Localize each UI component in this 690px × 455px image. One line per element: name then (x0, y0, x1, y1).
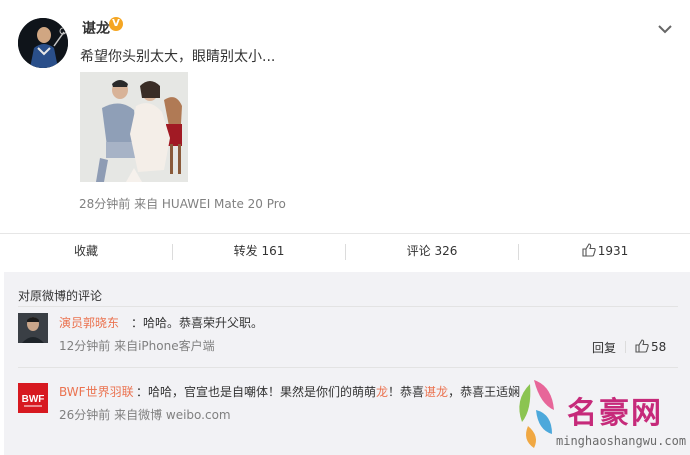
repost-button[interactable]: 转发 161 (173, 234, 345, 269)
chevron-down-icon[interactable] (656, 20, 674, 38)
reply-button[interactable]: 回复 (592, 339, 616, 356)
post-meta: 28分钟前 来自 HUAWEI Mate 20 Pro (79, 197, 286, 211)
bwf-avatar[interactable]: BWF (18, 383, 48, 413)
comment-like-button[interactable]: 58 (635, 339, 666, 354)
bwf-logo-icon: BWF (18, 383, 48, 413)
comment-time: 26分钟前 来自微博 weibo.com (59, 408, 231, 422)
commenter-name[interactable]: BWF世界羽联 (59, 383, 134, 400)
site-watermark: 名豪网 minghaoshangwu.com (512, 370, 688, 455)
couple-photo-image (80, 72, 188, 182)
comment-label: 评论 326 (406, 244, 458, 258)
commenter-avatar-image (18, 313, 48, 343)
commenter-avatar[interactable] (18, 313, 48, 343)
repost-label: 转发 161 (233, 244, 285, 258)
author-avatar-image (18, 18, 68, 68)
comment-button[interactable]: 评论 326 (346, 234, 518, 269)
divider (18, 306, 678, 307)
favorite-button[interactable]: 收藏 (0, 234, 172, 269)
comment-time: 12分钟前 来自iPhone客户端 (59, 339, 215, 353)
favorite-label: 收藏 (73, 244, 98, 258)
comment-text: ：哈哈。恭喜荣升父职。 (131, 316, 264, 330)
watermark-url: minghaoshangwu.com (556, 434, 687, 448)
thumbs-up-icon (635, 339, 649, 353)
comment-like-count: 58 (651, 340, 667, 354)
comment-text: ：哈哈，官宣也是自嘲体！果然是你们的萌萌龙！恭喜谌龙，恭喜王适娴 (136, 385, 521, 399)
author-avatar[interactable] (18, 18, 68, 68)
post-photo[interactable] (80, 72, 188, 182)
action-bar: 收藏 转发 161 评论 326 1931 (0, 233, 690, 269)
thumbs-up-icon (582, 243, 596, 257)
weibo-post: 谌龙 V 希望你头别太大，眼睛别太小... 28分钟前 来自 HUAWEI Ma… (0, 0, 690, 233)
like-count: 1931 (597, 244, 629, 258)
svg-text:BWF: BWF (22, 394, 45, 405)
like-button[interactable]: 1931 (519, 234, 690, 269)
divider (18, 367, 678, 368)
post-text: 希望你头别太大，眼睛别太小... (80, 49, 276, 65)
watermark-title: 名豪网 (567, 396, 663, 431)
commenter-name[interactable]: 演员郭晓东 (59, 314, 119, 331)
comments-title: 对原微博的评论 (18, 289, 103, 303)
divider (625, 341, 626, 353)
verified-badge-icon: V (109, 17, 123, 31)
author-name[interactable]: 谌龙 (82, 18, 110, 38)
